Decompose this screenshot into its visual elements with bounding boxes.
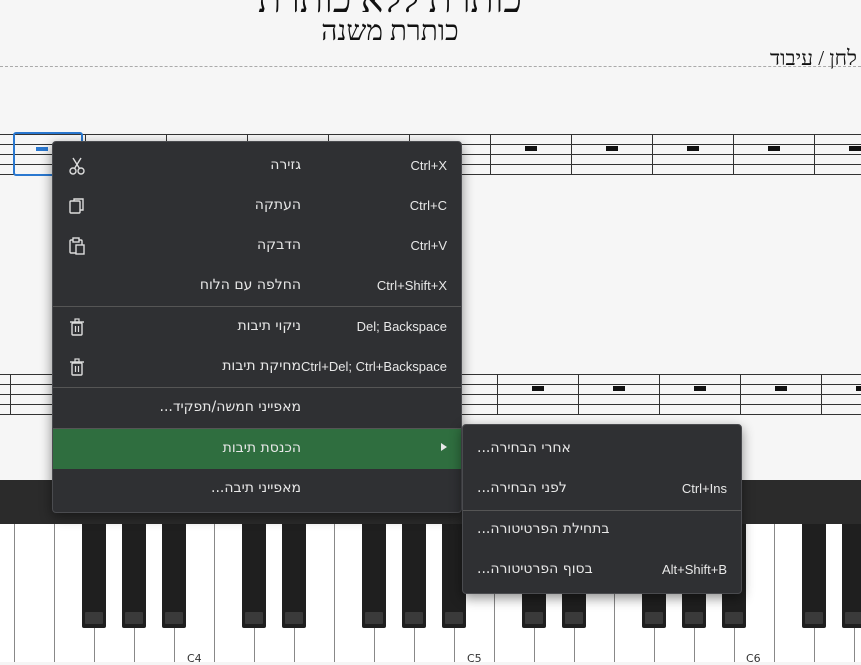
submenu-item-at-start[interactable]: בתחילת הפרטיטורה... [463, 510, 741, 550]
piano-key-label: C4 [187, 652, 202, 665]
whole-rest[interactable] [694, 386, 706, 391]
menu-item-label: העתקה [254, 197, 301, 213]
submenu-item-before-selection[interactable]: לפני הבחירה... Ctrl+Ins [463, 469, 741, 509]
score-composer[interactable]: לחן / עיבוד [770, 46, 861, 71]
trash-icon [70, 358, 84, 376]
submenu-item-label: לפני הבחירה... [477, 480, 567, 496]
piano-black-key[interactable] [82, 524, 106, 628]
menu-item-label: מאפייני תיבה... [211, 480, 301, 496]
barline [814, 134, 815, 174]
barline [578, 374, 579, 414]
barline [659, 374, 660, 414]
copy-icon [69, 198, 84, 214]
menu-item-shortcut: Ctrl+V [410, 238, 447, 253]
barline [10, 374, 11, 414]
menu-item-copy[interactable]: העתקה Ctrl+C [53, 186, 461, 226]
barline [821, 374, 822, 414]
whole-rest[interactable] [606, 146, 618, 151]
menu-item-clear-measures[interactable]: ניקוי תיבות Del; Backspace [53, 307, 461, 347]
piano-white-key[interactable] [14, 524, 54, 662]
barline [490, 134, 491, 174]
scissors-icon [69, 157, 85, 175]
paste-icon [69, 237, 85, 255]
menu-item-label: הכנסת תיבות [222, 440, 301, 456]
menu-item-label: החלפה עם הלוח [199, 277, 301, 293]
piano-black-key[interactable] [282, 524, 306, 628]
selected-rest[interactable] [36, 147, 48, 151]
menu-item-paste[interactable]: הדבקה Ctrl+V [53, 226, 461, 266]
piano-black-key[interactable] [162, 524, 186, 628]
piano-key-label: C5 [467, 652, 482, 665]
piano-key-label: C6 [746, 652, 761, 665]
piano-black-key[interactable] [122, 524, 146, 628]
staff-line [0, 134, 861, 135]
submenu-item-label: בתחילת הפרטיטורה... [477, 521, 610, 537]
whole-rest[interactable] [532, 386, 544, 391]
piano-black-key[interactable] [842, 524, 861, 628]
barline [571, 134, 572, 174]
menu-item-insert-measures[interactable]: הכנסת תיבות [53, 429, 461, 469]
piano-black-key[interactable] [242, 524, 266, 628]
submenu-item-label: אחרי הבחירה... [477, 440, 571, 456]
submenu-item-shortcut: Alt+Shift+B [661, 562, 727, 577]
menu-item-swap-clipboard[interactable]: החלפה עם הלוח Ctrl+Shift+X [53, 266, 461, 306]
score-subtitle[interactable]: כותרת משנה [0, 16, 780, 48]
context-menu: גזירה Ctrl+X העתקה Ctrl+C הדבקה Ctrl+V ה… [52, 141, 462, 513]
barline [733, 134, 734, 174]
whole-rest[interactable] [849, 146, 861, 151]
menu-item-delete-measures[interactable]: מחיקת תיבות Ctrl+Del; Ctrl+Backspace [53, 347, 461, 387]
menu-item-staff-properties[interactable]: מאפייני חמשה/תפקיד... [53, 388, 461, 428]
menu-item-shortcut: Ctrl+C [409, 198, 447, 213]
submenu-item-at-end[interactable]: בסוף הפרטיטורה... Alt+Shift+B [463, 550, 741, 590]
piano-black-key[interactable] [802, 524, 826, 628]
menu-item-label: ניקוי תיבות [237, 318, 301, 334]
barline [740, 374, 741, 414]
menu-item-label: מאפייני חמשה/תפקיד... [159, 399, 302, 415]
barline [652, 134, 653, 174]
submenu-item-label: בסוף הפרטיטורה... [477, 561, 593, 577]
submenu-item-after-selection[interactable]: אחרי הבחירה... [463, 429, 741, 469]
whole-rest[interactable] [775, 386, 787, 391]
menu-item-shortcut: Ctrl+Del; Ctrl+Backspace [301, 359, 447, 374]
insert-measures-submenu: אחרי הבחירה... לפני הבחירה... Ctrl+Ins ב… [462, 424, 742, 594]
submenu-item-shortcut: Ctrl+Ins [681, 481, 727, 496]
menu-item-shortcut: Del; Backspace [356, 319, 447, 334]
menu-item-shortcut: Ctrl+X [410, 158, 447, 173]
menu-item-label: הדבקה [257, 237, 301, 253]
barline [497, 374, 498, 414]
menu-item-measure-properties[interactable]: מאפייני תיבה... [53, 469, 461, 509]
page-margin-line [0, 66, 861, 67]
whole-rest[interactable] [768, 146, 780, 151]
piano-black-key[interactable] [362, 524, 386, 628]
whole-rest[interactable] [525, 146, 537, 151]
whole-rest[interactable] [687, 146, 699, 151]
menu-item-cut[interactable]: גזירה Ctrl+X [53, 146, 461, 186]
whole-rest[interactable] [613, 386, 625, 391]
piano-black-key[interactable] [402, 524, 426, 628]
submenu-arrow-icon [441, 443, 447, 451]
menu-item-label: מחיקת תיבות [222, 358, 301, 374]
menu-item-label: גזירה [270, 157, 301, 173]
trash-icon [70, 318, 84, 336]
whole-rest[interactable] [856, 386, 861, 391]
menu-item-shortcut: Ctrl+Shift+X [376, 278, 447, 293]
